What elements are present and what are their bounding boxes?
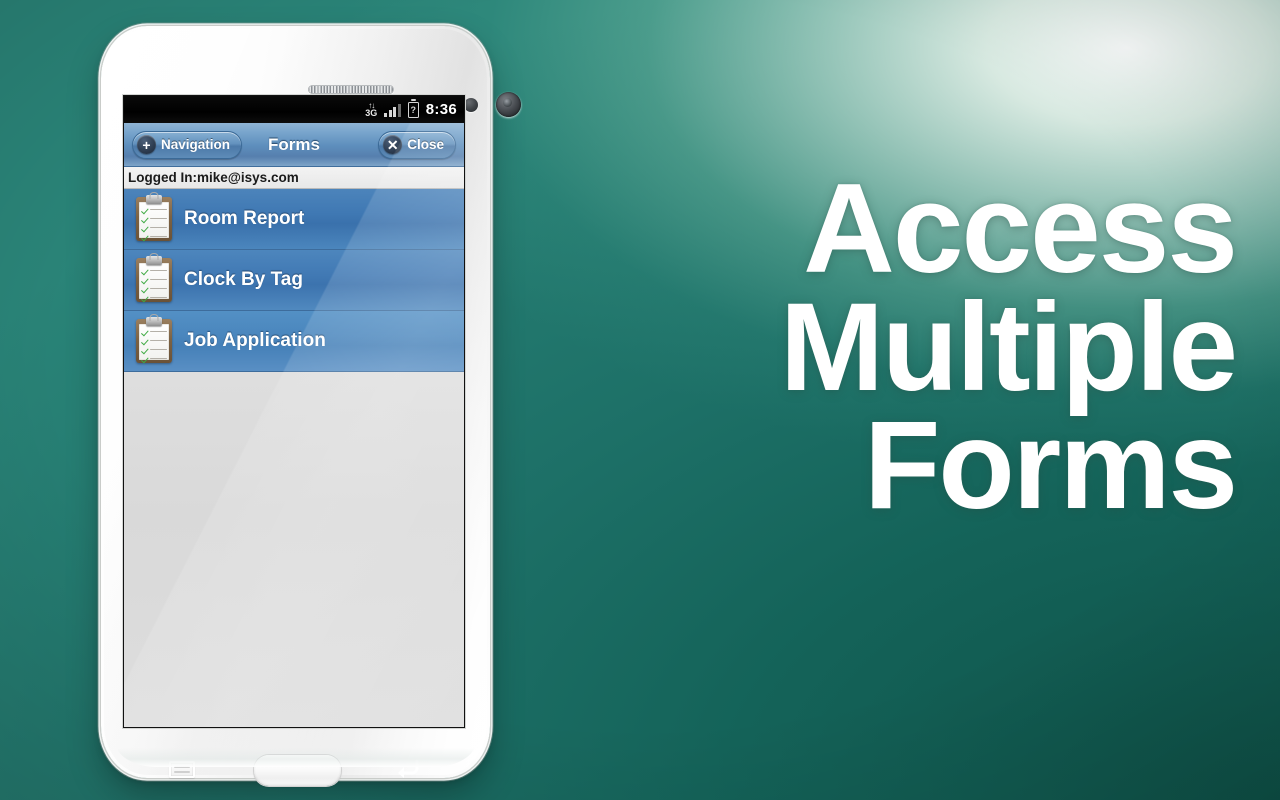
clipboard-icon [136,195,172,241]
promo-line-3: Forms [863,396,1238,536]
back-key-icon[interactable] [393,758,421,780]
light-sensor-icon [464,98,478,112]
clipboard-icon [136,317,172,363]
promo-line-2: Multiple [779,277,1238,417]
list-item[interactable]: Clock By Tag [124,250,464,311]
navigation-button[interactable]: + Navigation [132,130,243,159]
close-button-label: Close [407,137,444,152]
battery-icon: ? [407,98,419,118]
list-item-label: Clock By Tag [184,269,303,290]
phone-screen: ↑↓ 3G ? 8:36 + Navigation ✕ Close Forms … [124,96,464,727]
list-item[interactable]: Room Report [124,189,464,250]
list-item-label: Room Report [184,208,305,229]
network-type-label: 3G [365,107,378,118]
app-content: Logged In:mike@isys.com Room Report Cloc… [124,167,464,727]
menu-key-icon[interactable] [169,761,195,778]
network-3g-icon: ↑↓ 3G [365,101,378,118]
earpiece-speaker-icon [308,85,394,94]
android-status-bar: ↑↓ 3G ? 8:36 [124,96,464,123]
app-toolbar: + Navigation ✕ Close Forms [124,123,464,167]
navigation-button-label: Navigation [161,137,231,152]
close-button[interactable]: ✕ Close [378,130,456,159]
signal-strength-icon [384,103,401,117]
forms-list: Room Report Clock By Tag Job Application [124,189,464,372]
status-bar-clock: 8:36 [425,101,457,118]
promo-line-1: Access [803,157,1238,299]
promo-headline: Access Multiple Forms [616,157,1238,536]
empty-list-area [124,372,464,727]
list-item-label: Job Application [184,330,326,351]
clipboard-icon [136,256,172,302]
phone-device: ↑↓ 3G ? 8:36 + Navigation ✕ Close Forms … [101,26,521,786]
front-camera-icon [496,92,521,117]
home-button[interactable] [254,755,341,786]
close-icon: ✕ [383,135,403,154]
plus-icon: + [137,135,156,154]
logged-in-bar: Logged In:mike@isys.com [124,167,464,189]
list-item[interactable]: Job Application [124,311,464,372]
